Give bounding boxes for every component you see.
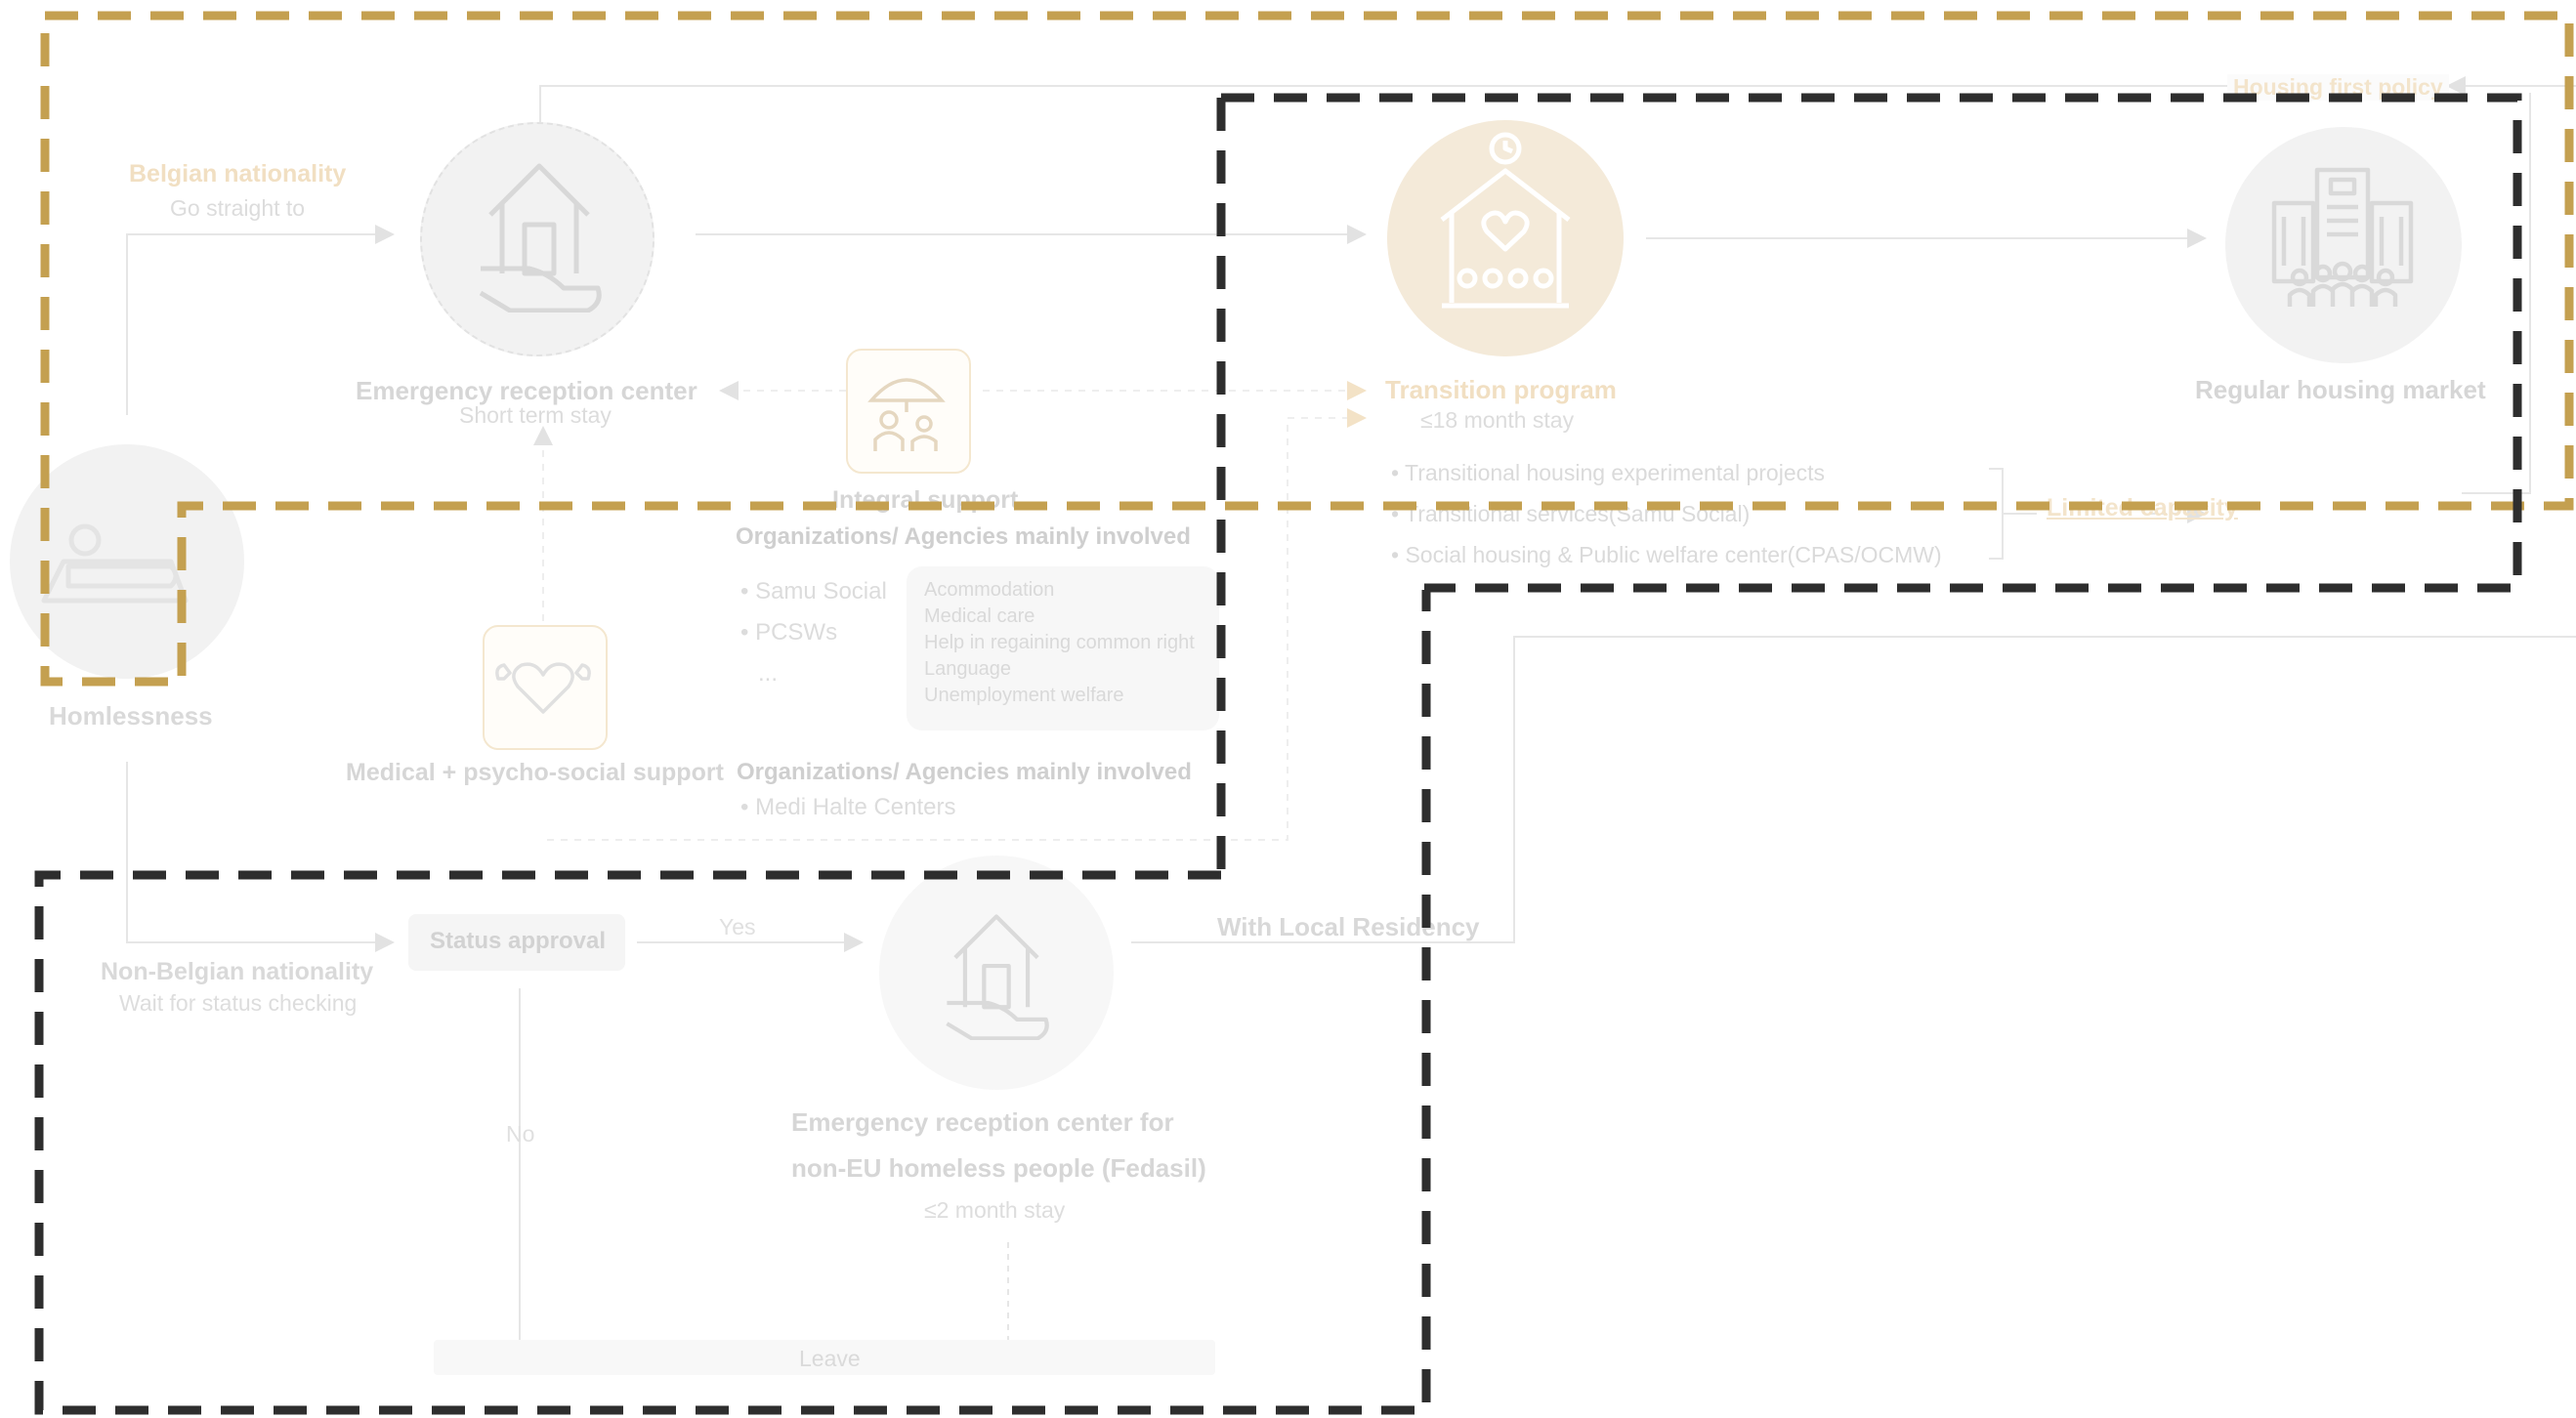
dark-frame-transition — [1221, 93, 2522, 593]
dark-frames — [34, 93, 2522, 1415]
diagram-stage: Homlessness Belgian nationality Go strai… — [0, 0, 2576, 1418]
dark-frame-fedasil — [34, 590, 1431, 1415]
